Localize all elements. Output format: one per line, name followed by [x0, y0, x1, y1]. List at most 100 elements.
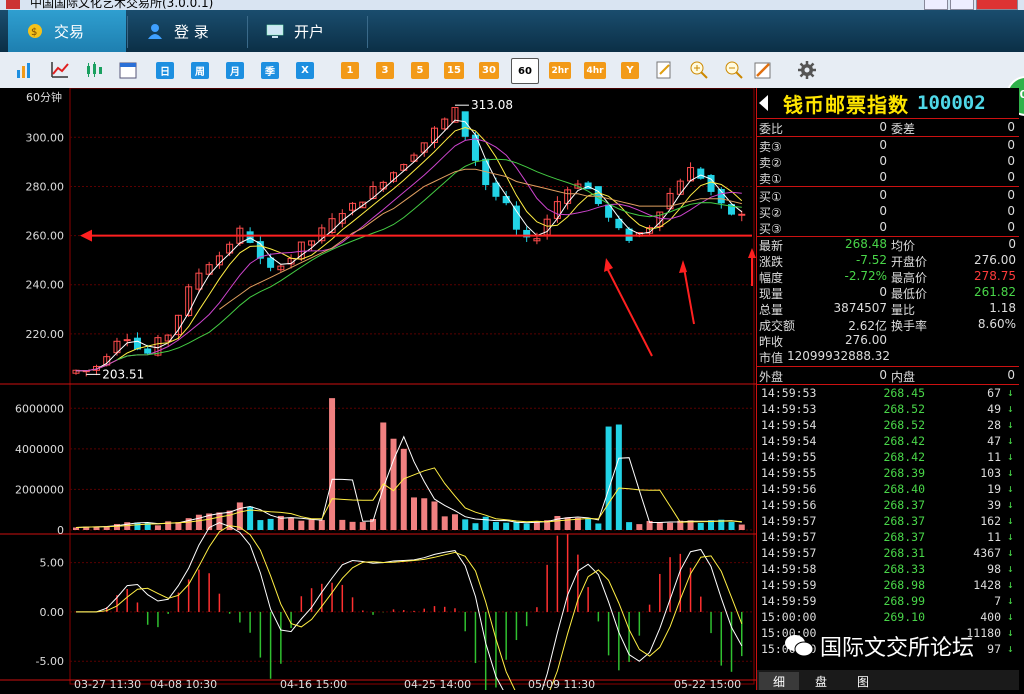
collapse-arrow-icon[interactable]: [759, 95, 769, 111]
arrowhead-icon: [748, 248, 756, 258]
period-month-button[interactable]: 月: [226, 62, 244, 79]
period-x-button[interactable]: X: [296, 62, 314, 79]
volume-bar: [738, 524, 745, 530]
tick-volume: 162: [980, 514, 1001, 528]
tab-orderbook[interactable]: 盘: [801, 672, 841, 690]
tick-time: 14:59:59: [761, 578, 817, 592]
user-icon: [148, 24, 162, 39]
volume-bar: [441, 516, 448, 530]
close-button[interactable]: [976, 0, 1018, 10]
bid-volume: 0: [1007, 220, 1015, 234]
stat-row: 现量 0 最低价 261.82: [757, 285, 1019, 301]
tick-volume: 47: [987, 434, 1001, 448]
volume-bar: [380, 422, 387, 530]
tick-volume: 103: [980, 466, 1001, 480]
tab-trade[interactable]: $ 交易: [8, 10, 126, 52]
tick-price: 268.39: [883, 466, 925, 480]
tick-row: 14:59:58 268.33 98 ↓: [757, 562, 1019, 578]
ma30-line: [116, 158, 742, 361]
volume-bar: [492, 522, 499, 530]
down-arrow-icon: ↓: [1007, 450, 1014, 463]
down-arrow-icon: ↓: [1007, 514, 1014, 527]
bar-chart-icon[interactable]: [14, 60, 34, 80]
tick-volume: 11: [987, 450, 1001, 464]
volume-bar: [605, 426, 612, 530]
down-arrow-icon: ↓: [1007, 594, 1014, 607]
ask-row: 卖① 0 0: [757, 170, 1019, 186]
bid-row: 买③ 0 0: [757, 220, 1019, 236]
down-arrow-icon: ↓: [1007, 610, 1014, 623]
down-arrow-icon: ↓: [1007, 546, 1014, 559]
tab-open-account[interactable]: 开户: [248, 10, 366, 52]
tab-login[interactable]: 登 录: [128, 10, 246, 52]
low-price-label: 203.51: [102, 367, 144, 381]
minute-3-button[interactable]: 3: [376, 62, 394, 79]
volume-bar: [667, 522, 674, 530]
minute-30-button[interactable]: 30: [479, 62, 499, 79]
maximize-button[interactable]: [950, 0, 974, 10]
down-arrow-icon: ↓: [1007, 466, 1014, 479]
period-quarter-button[interactable]: 季: [261, 62, 279, 79]
stat-value-2: 8.60%: [977, 317, 1016, 331]
divider: [757, 186, 1019, 187]
tick-price: 268.37: [883, 530, 925, 544]
stat-label-2: 均价: [891, 239, 916, 253]
zoom-out-icon[interactable]: [724, 60, 744, 80]
ask-label: 卖③: [759, 140, 782, 154]
calendar-icon[interactable]: [118, 60, 138, 80]
stat-label-2: 最高价: [891, 271, 928, 285]
settings-icon[interactable]: [797, 60, 817, 80]
weibi-label: 委比: [759, 122, 784, 136]
wechat-icon: [785, 635, 814, 657]
down-arrow-icon: ↓: [1007, 418, 1014, 431]
volume-tick-label: 0: [57, 524, 64, 537]
tick-row: 14:59:54 268.52 28 ↓: [757, 418, 1019, 434]
down-arrow-icon: ↓: [1007, 578, 1014, 591]
tick-time: 14:59:53: [761, 402, 817, 416]
macd-tick-label: 0.00: [40, 606, 65, 619]
price-tick-label: 220.00: [26, 328, 65, 341]
chart-canvas[interactable]: 300.00 280.00 260.00 240.00 220.00 60分钟 313.08…: [0, 87, 756, 694]
candlestick-icon[interactable]: [84, 60, 104, 80]
candle-body: [133, 337, 141, 350]
period-week-button[interactable]: 周: [191, 62, 209, 79]
down-arrow-icon: ↓: [1007, 498, 1014, 511]
zoom-in-icon[interactable]: [689, 60, 709, 80]
svg-text:$: $: [31, 27, 37, 38]
stat-row: 成交额 2.62亿 换手率 8.60%: [757, 317, 1019, 333]
ask-price: 0: [879, 170, 887, 184]
draw-icon[interactable]: [753, 60, 773, 80]
year-button[interactable]: Y: [621, 62, 639, 79]
minute-60-button[interactable]: 60: [511, 58, 539, 84]
outer-value: 0: [879, 368, 887, 382]
period-day-button[interactable]: 日: [156, 62, 174, 79]
ask-volume: 0: [1007, 170, 1015, 184]
hour-2-button[interactable]: 2hr: [549, 62, 571, 79]
stat-value-2: 276.00: [974, 253, 1016, 267]
divider: [757, 384, 1019, 385]
line-chart-icon[interactable]: [50, 60, 70, 80]
tab-detail[interactable]: 细: [759, 672, 799, 690]
monitor-icon: [266, 24, 284, 38]
minute-5-button[interactable]: 5: [411, 62, 429, 79]
down-arrow-icon: ↓: [1007, 402, 1014, 415]
tab-chart[interactable]: 图: [843, 672, 883, 690]
tick-volume: 98: [987, 562, 1001, 576]
ma60-line: [219, 168, 742, 310]
price-tick-label: 240.00: [26, 279, 65, 292]
bottom-tabs: 细 盘 图: [757, 670, 1019, 690]
bid-row: 买② 0 0: [757, 204, 1019, 220]
edit-icon[interactable]: [654, 60, 674, 80]
hour-4-button[interactable]: 4hr: [584, 62, 606, 79]
ask-price: 0: [879, 138, 887, 152]
down-arrow-icon: ↓: [1007, 530, 1014, 543]
stat-value-2: 1.18: [989, 301, 1016, 315]
kline-chart[interactable]: 300.00 280.00 260.00 240.00 220.00 60分钟 313.08…: [0, 87, 756, 694]
minute-15-button[interactable]: 15: [444, 62, 464, 79]
volume-bar: [216, 512, 223, 530]
tick-price: 268.52: [883, 402, 925, 416]
minimize-button[interactable]: [924, 0, 948, 10]
minute-1-button[interactable]: 1: [341, 62, 359, 79]
bid-price: 0: [879, 188, 887, 202]
instrument-code: 100002: [917, 92, 986, 114]
